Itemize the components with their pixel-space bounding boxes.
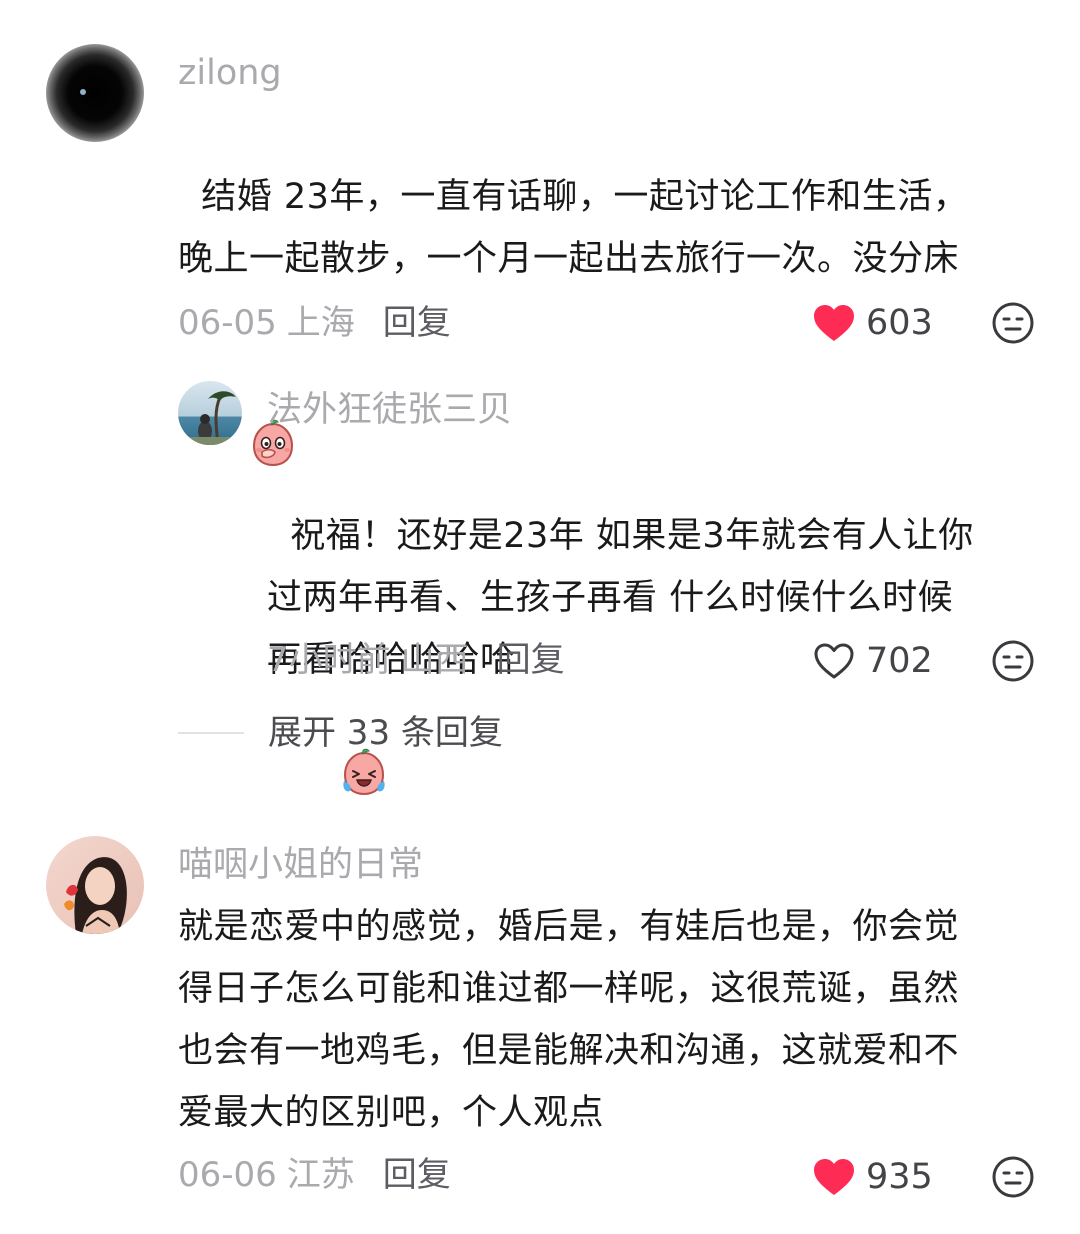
like-button[interactable]: 935 [812,1155,933,1199]
woman-portrait-avatar-icon [46,836,144,934]
comment-meta: 06-05 上海 回复 [178,306,451,340]
avatar-reply-user[interactable] [178,381,242,445]
neutral-face-icon [992,1156,1034,1198]
seaside-tree-avatar-icon [178,381,242,445]
comment-username[interactable]: 喵咽小姐的日常 [178,848,423,883]
comment-date: 06-05 [178,303,277,343]
heart-outline-icon [814,643,854,679]
comment-text: 就是恋爱中的感觉，婚后是，有娃后也是，你会觉 得日子怎么可能和谁过都一样呢，这很… [178,907,960,1133]
avatar-user-2[interactable] [46,836,144,934]
expand-replies-button[interactable]: 展开 33 条回复 [178,716,503,750]
reply-date: 7小时前 [267,640,391,680]
reply-meta: 7小时前 山西 回复 [267,643,565,677]
heart-filled-icon [814,305,854,341]
like-count: 935 [866,1156,933,1197]
like-button[interactable]: 702 [812,639,933,683]
comment-date: 06-06 [178,1155,277,1195]
like-button[interactable]: 603 [812,301,933,345]
reply-button[interactable]: 回复 [383,303,451,343]
neutral-face-icon [992,640,1034,682]
like-count: 603 [866,302,933,343]
heart-filled-icon [814,1159,854,1195]
comment-location: 上海 [286,303,355,343]
like-count: 702 [866,640,933,681]
comment-location: 江苏 [286,1155,355,1195]
reply-button[interactable]: 回复 [497,640,565,680]
reply-username[interactable]: 法外狂徒张三贝 [267,393,512,428]
neutral-face-icon [992,302,1034,344]
dislike-button[interactable] [991,1155,1035,1199]
expand-replies-label: 展开 33 条回复 [268,713,503,753]
reply-button[interactable]: 回复 [383,1155,451,1195]
avatar-zilong[interactable] [46,44,144,142]
dislike-button[interactable] [991,301,1035,345]
reply-location: 山西 [400,640,469,680]
dislike-button[interactable] [991,639,1035,683]
comment-meta: 06-06 江苏 回复 [178,1158,451,1192]
dark-tunnel-avatar-icon [46,44,144,142]
divider-line [178,732,244,734]
comment-body: 结婚 23年，一直有话聊，一起讨论工作和生活， 晚上一起散步，一个月一起出去旅行… [178,177,969,279]
comment-username[interactable]: zilong [178,56,282,91]
